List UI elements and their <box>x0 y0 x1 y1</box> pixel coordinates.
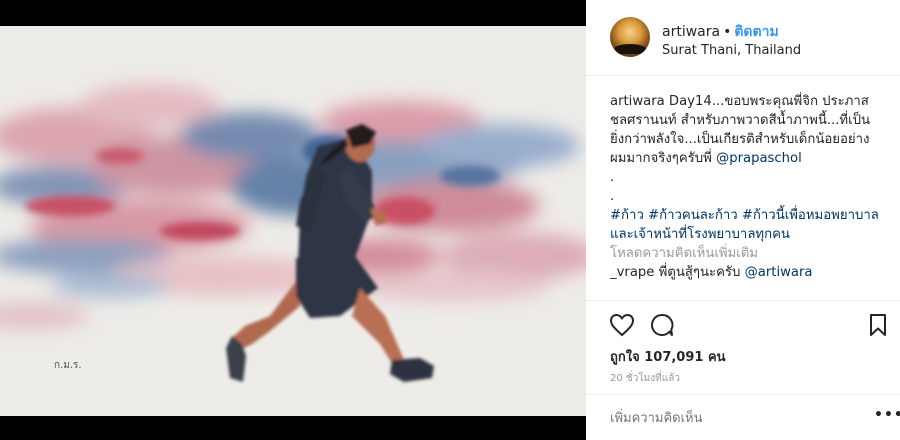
ellipsis-icon[interactable]: ••• <box>874 407 900 423</box>
username-link[interactable]: artiwara <box>662 24 720 40</box>
post-header: artiwara • ติดตาม Surat Thani, Thailand <box>586 0 900 76</box>
caption-mention[interactable]: @prapaschol <box>716 151 802 166</box>
comment-text: พี่ตูนสู้ๆนะครับ <box>658 265 741 280</box>
caption-dot: . <box>610 170 615 185</box>
post-timestamp[interactable]: 20 ชั่วโมงที่แล้ว <box>610 371 680 386</box>
comment-mention[interactable]: @artiwara <box>745 265 813 280</box>
caption-hashtags[interactable]: #ก้าว #ก้าวคนละก้าว #ก้าวนี้เพื่อหมอพยาบ… <box>610 206 882 244</box>
painting-signature: ก.ม.ร. <box>54 360 82 371</box>
comment-item: _vrape พี่ตูนสู้ๆนะครับ @artiwara <box>610 263 882 282</box>
runner-painting: ก.ม.ร. <box>0 26 586 416</box>
comments-section: artiwara Day14...ขอบพระคุณพี่จิก ประภาส … <box>610 92 882 300</box>
comment-input[interactable] <box>610 407 850 429</box>
follow-button[interactable]: ติดตาม <box>734 24 778 40</box>
post-actions: ถูกใจ 107,091 คน 20 ชั่วโมงที่แล้ว <box>586 300 900 404</box>
caption: artiwara Day14...ขอบพระคุณพี่จิก ประภาส … <box>610 92 882 168</box>
bookmark-icon[interactable] <box>864 311 892 339</box>
post-side-panel: artiwara • ติดตาม Surat Thani, Thailand ar… <box>586 0 900 440</box>
watercolor-painting-image[interactable]: ก.ม.ร. <box>0 26 586 416</box>
separator-dot: • <box>723 24 732 40</box>
caption-author[interactable]: artiwara <box>610 94 665 109</box>
username-line: artiwara • ติดตาม <box>662 21 779 43</box>
comment-author[interactable]: _vrape <box>610 265 654 280</box>
avatar[interactable] <box>610 17 650 57</box>
heart-icon[interactable] <box>608 311 636 339</box>
caption-dot: . <box>610 189 615 204</box>
post-media: ก.ม.ร. <box>0 0 586 440</box>
add-comment-bar: ••• <box>586 394 900 440</box>
location-link[interactable]: Surat Thani, Thailand <box>662 43 801 58</box>
likes-count[interactable]: ถูกใจ 107,091 คน <box>610 346 726 367</box>
load-more-comments-button[interactable]: โหลดความคิดเห็นเพิ่มเติม <box>610 244 882 263</box>
speech-bubble-icon[interactable] <box>648 311 676 339</box>
